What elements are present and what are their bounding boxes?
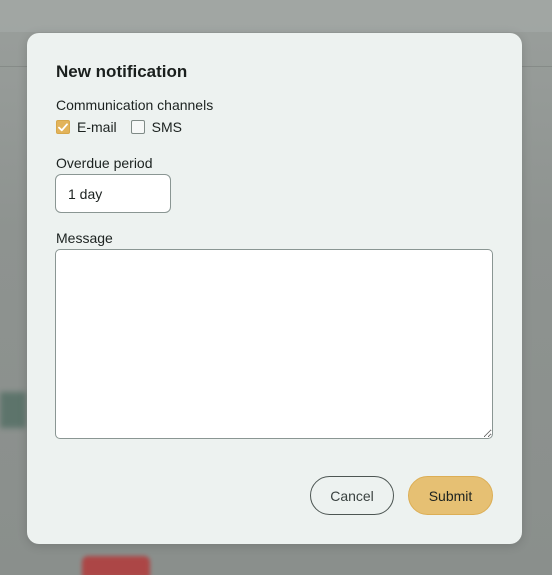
overdue-period-input[interactable] bbox=[56, 175, 170, 212]
channels-label: Communication channels bbox=[56, 97, 214, 113]
background-header bbox=[0, 0, 552, 32]
email-checkbox-box[interactable] bbox=[56, 120, 70, 134]
background-red-button bbox=[82, 556, 150, 575]
background-tab bbox=[0, 392, 26, 428]
sms-checkbox[interactable]: SMS bbox=[130, 119, 183, 135]
email-checkbox[interactable]: E-mail bbox=[56, 119, 117, 135]
sms-checkbox-label: SMS bbox=[151, 119, 183, 135]
dialog-title: New notification bbox=[56, 62, 188, 81]
check-icon bbox=[58, 122, 68, 131]
sms-checkbox-box[interactable] bbox=[130, 120, 145, 134]
message-label: Message bbox=[56, 230, 113, 246]
message-textarea[interactable] bbox=[55, 249, 493, 439]
new-notification-dialog: New notification Communication channels … bbox=[27, 33, 522, 544]
channels-group: E-mail SMS bbox=[56, 119, 196, 135]
submit-button[interactable]: Submit bbox=[408, 476, 493, 515]
cancel-button[interactable]: Cancel bbox=[310, 476, 394, 515]
overdue-period-stepper bbox=[55, 174, 171, 213]
email-checkbox-label: E-mail bbox=[77, 119, 117, 135]
overdue-period-label: Overdue period bbox=[56, 155, 153, 171]
